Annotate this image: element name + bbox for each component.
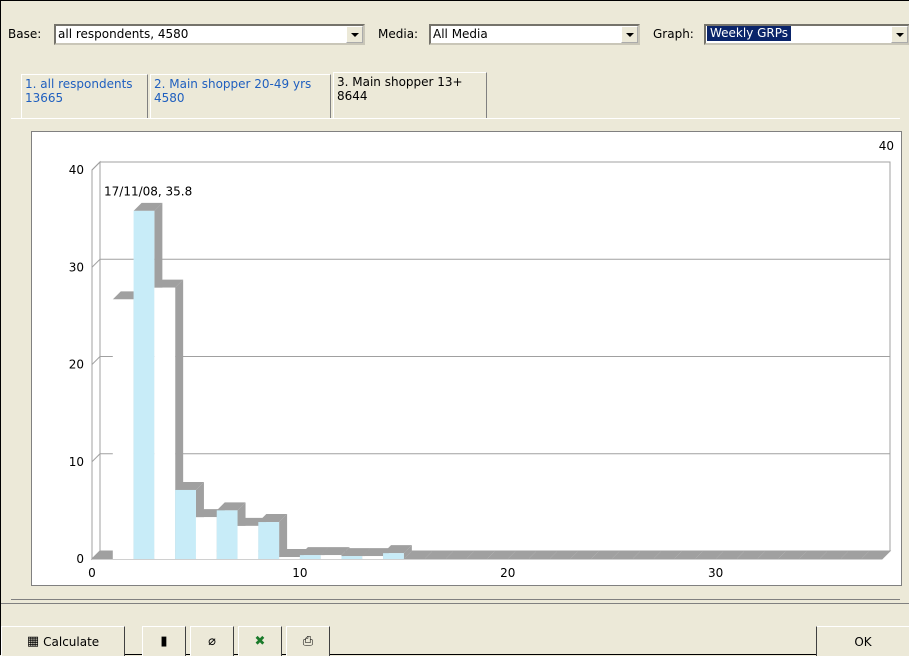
tab-main-shopper-13plus[interactable]: 3. Main shopper 13+ 8644 bbox=[333, 72, 487, 118]
gridline-diagonal bbox=[91, 453, 101, 463]
bar-chart: 0 10 20 30 40 0 10 20 30 17/11/08, 35.8 40 bbox=[69, 139, 894, 580]
media-value: All Media bbox=[433, 27, 488, 41]
chart-area: 0 10 20 30 40 0 10 20 30 17/11/08, 35.8 40 bbox=[31, 131, 902, 586]
chevron-down-icon[interactable] bbox=[621, 26, 638, 43]
tab-all-respondents[interactable]: 1. all respondents 13665 bbox=[21, 74, 148, 118]
bar bbox=[216, 510, 238, 559]
tab-label: 2. Main shopper 20-49 yrs bbox=[154, 77, 312, 91]
bar bbox=[341, 556, 363, 559]
eraser-button[interactable]: ⌀ bbox=[190, 626, 234, 656]
tab-label: 3. Main shopper 13+ bbox=[337, 75, 463, 89]
x-tick-label: 0 bbox=[88, 566, 96, 580]
gridline-diagonal bbox=[91, 356, 101, 365]
tab-count: 13665 bbox=[25, 91, 64, 105]
bar bbox=[362, 556, 384, 559]
bar bbox=[154, 287, 176, 559]
graph-dropdown[interactable]: Weekly GRPs bbox=[704, 24, 909, 45]
tab-main-shopper-20-49[interactable]: 2. Main shopper 20-49 yrs 4580 bbox=[150, 74, 331, 118]
eraser-icon: ⌀ bbox=[208, 634, 216, 649]
excel-icon: ✖ bbox=[254, 634, 266, 649]
media-dropdown[interactable]: All Media bbox=[429, 24, 640, 45]
tab-count: 8644 bbox=[337, 89, 368, 103]
calculator-icon: ▦ bbox=[26, 634, 40, 649]
chevron-down-icon[interactable] bbox=[346, 26, 363, 43]
gridline-diagonal bbox=[91, 258, 101, 268]
ok-label: OK bbox=[854, 634, 872, 649]
graph-value: Weekly GRPs bbox=[707, 26, 792, 41]
y-tick-label: 40 bbox=[69, 163, 84, 177]
tab-label: 1. all respondents bbox=[25, 77, 133, 91]
print-button[interactable]: ⎙ bbox=[286, 626, 330, 656]
chart-button[interactable]: ▮ bbox=[142, 626, 186, 656]
bar bbox=[195, 517, 217, 559]
x-tick-label: 20 bbox=[500, 566, 515, 580]
y-tick-label: 0 bbox=[76, 552, 84, 566]
bar bbox=[112, 299, 134, 559]
ok-button[interactable]: OK bbox=[816, 626, 909, 656]
y-tick-label: 30 bbox=[69, 260, 84, 274]
bar bbox=[258, 522, 280, 559]
bar bbox=[133, 210, 155, 559]
base-dropdown[interactable]: all respondents, 4580 bbox=[54, 24, 365, 45]
chart-icon: ▮ bbox=[160, 634, 168, 649]
bar bbox=[237, 525, 259, 559]
graph-label: Graph: bbox=[653, 27, 694, 41]
x-tick-label: 10 bbox=[292, 566, 307, 580]
toolbar: Base: all respondents, 4580 Media: All M… bbox=[1, 1, 909, 53]
bottom-bar bbox=[1, 603, 909, 656]
bar-annotation: 17/11/08, 35.8 bbox=[104, 184, 192, 198]
y-tick-label: 20 bbox=[69, 358, 84, 372]
bar bbox=[279, 557, 300, 559]
base-value: all respondents, 4580 bbox=[58, 27, 189, 41]
calculate-button[interactable]: ▦ Calculate bbox=[1, 626, 125, 656]
gridline-diagonal bbox=[91, 161, 101, 171]
bar bbox=[175, 489, 196, 559]
x-tick-label: 30 bbox=[708, 566, 723, 580]
bar bbox=[320, 555, 342, 559]
y-tick-label: 10 bbox=[69, 455, 84, 469]
chevron-down-icon[interactable] bbox=[891, 26, 908, 43]
top-right-label: 40 bbox=[879, 139, 894, 153]
media-label: Media: bbox=[378, 27, 419, 41]
window: Base: all respondents, 4580 Media: All M… bbox=[0, 0, 909, 656]
tab-count: 4580 bbox=[154, 91, 185, 105]
bar bbox=[299, 555, 321, 559]
printer-icon: ⎙ bbox=[302, 634, 314, 649]
excel-export-button[interactable]: ✖ bbox=[238, 626, 282, 656]
calculate-label: Calculate bbox=[43, 634, 100, 649]
bar bbox=[383, 553, 404, 559]
base-label: Base: bbox=[8, 27, 42, 41]
